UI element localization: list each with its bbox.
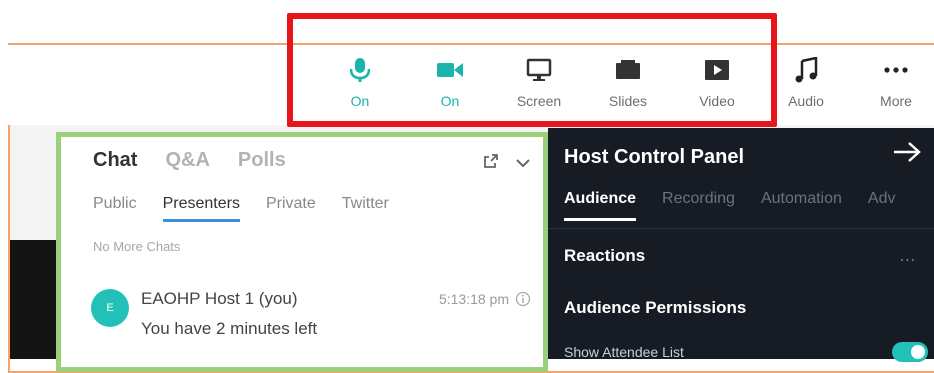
subtab-presenters[interactable]: Presenters [162,195,240,222]
tab-polls[interactable]: Polls [238,149,286,172]
host-tab-advanced[interactable]: Adv [868,190,896,221]
popout-icon[interactable] [483,153,499,174]
subtab-private[interactable]: Private [266,195,316,222]
chat-tabs: Chat Q&A Polls [93,149,286,172]
host-tab-audience[interactable]: Audience [564,190,637,221]
more-button[interactable]: More [856,57,934,113]
chat-panel: Chat Q&A Polls Public Presenters Private… [56,132,548,372]
annotation-highlight-box [287,13,777,127]
tab-qa[interactable]: Q&A [165,149,209,172]
music-note-icon [792,57,820,83]
audience-permissions-heading: Audience Permissions [564,298,747,317]
host-tabs: Audience Recording Automation Adv [564,190,895,221]
subtab-twitter[interactable]: Twitter [342,195,389,222]
more-dots-icon [882,57,910,83]
no-more-chats-text: No More Chats [93,239,181,254]
host-divider [548,228,934,229]
host-control-panel: Host Control Panel Audience Recording Au… [548,128,934,362]
info-icon[interactable] [515,291,531,312]
reactions-heading: Reactions [564,246,646,265]
show-attendee-list-toggle[interactable] [892,342,928,362]
chevron-down-icon[interactable] [515,155,531,173]
message-text: You have 2 minutes left [141,319,318,338]
audio-button[interactable]: Audio [766,57,846,113]
audio-label: Audio [788,93,824,109]
more-label: More [880,93,912,109]
host-panel-title: Host Control Panel [564,146,745,168]
chat-subtabs: Public Presenters Private Twitter [93,195,389,222]
tab-chat[interactable]: Chat [93,149,137,172]
video-stage [10,240,56,359]
message-time: 5:13:18 pm [438,291,509,307]
host-tab-recording[interactable]: Recording [662,190,735,221]
chat-message: E EAOHP Host 1 (you) 5:13:18 pm You have… [91,285,531,345]
arrow-right-icon[interactable] [892,140,922,169]
message-sender: EAOHP Host 1 (you) [141,289,298,308]
subtab-public[interactable]: Public [93,195,137,222]
host-tab-automation[interactable]: Automation [761,190,842,221]
reactions-more-button[interactable]: ... [900,248,916,266]
show-attendee-list-label: Show Attendee List [564,344,684,360]
chat-tools [483,153,531,174]
avatar: E [91,289,129,327]
